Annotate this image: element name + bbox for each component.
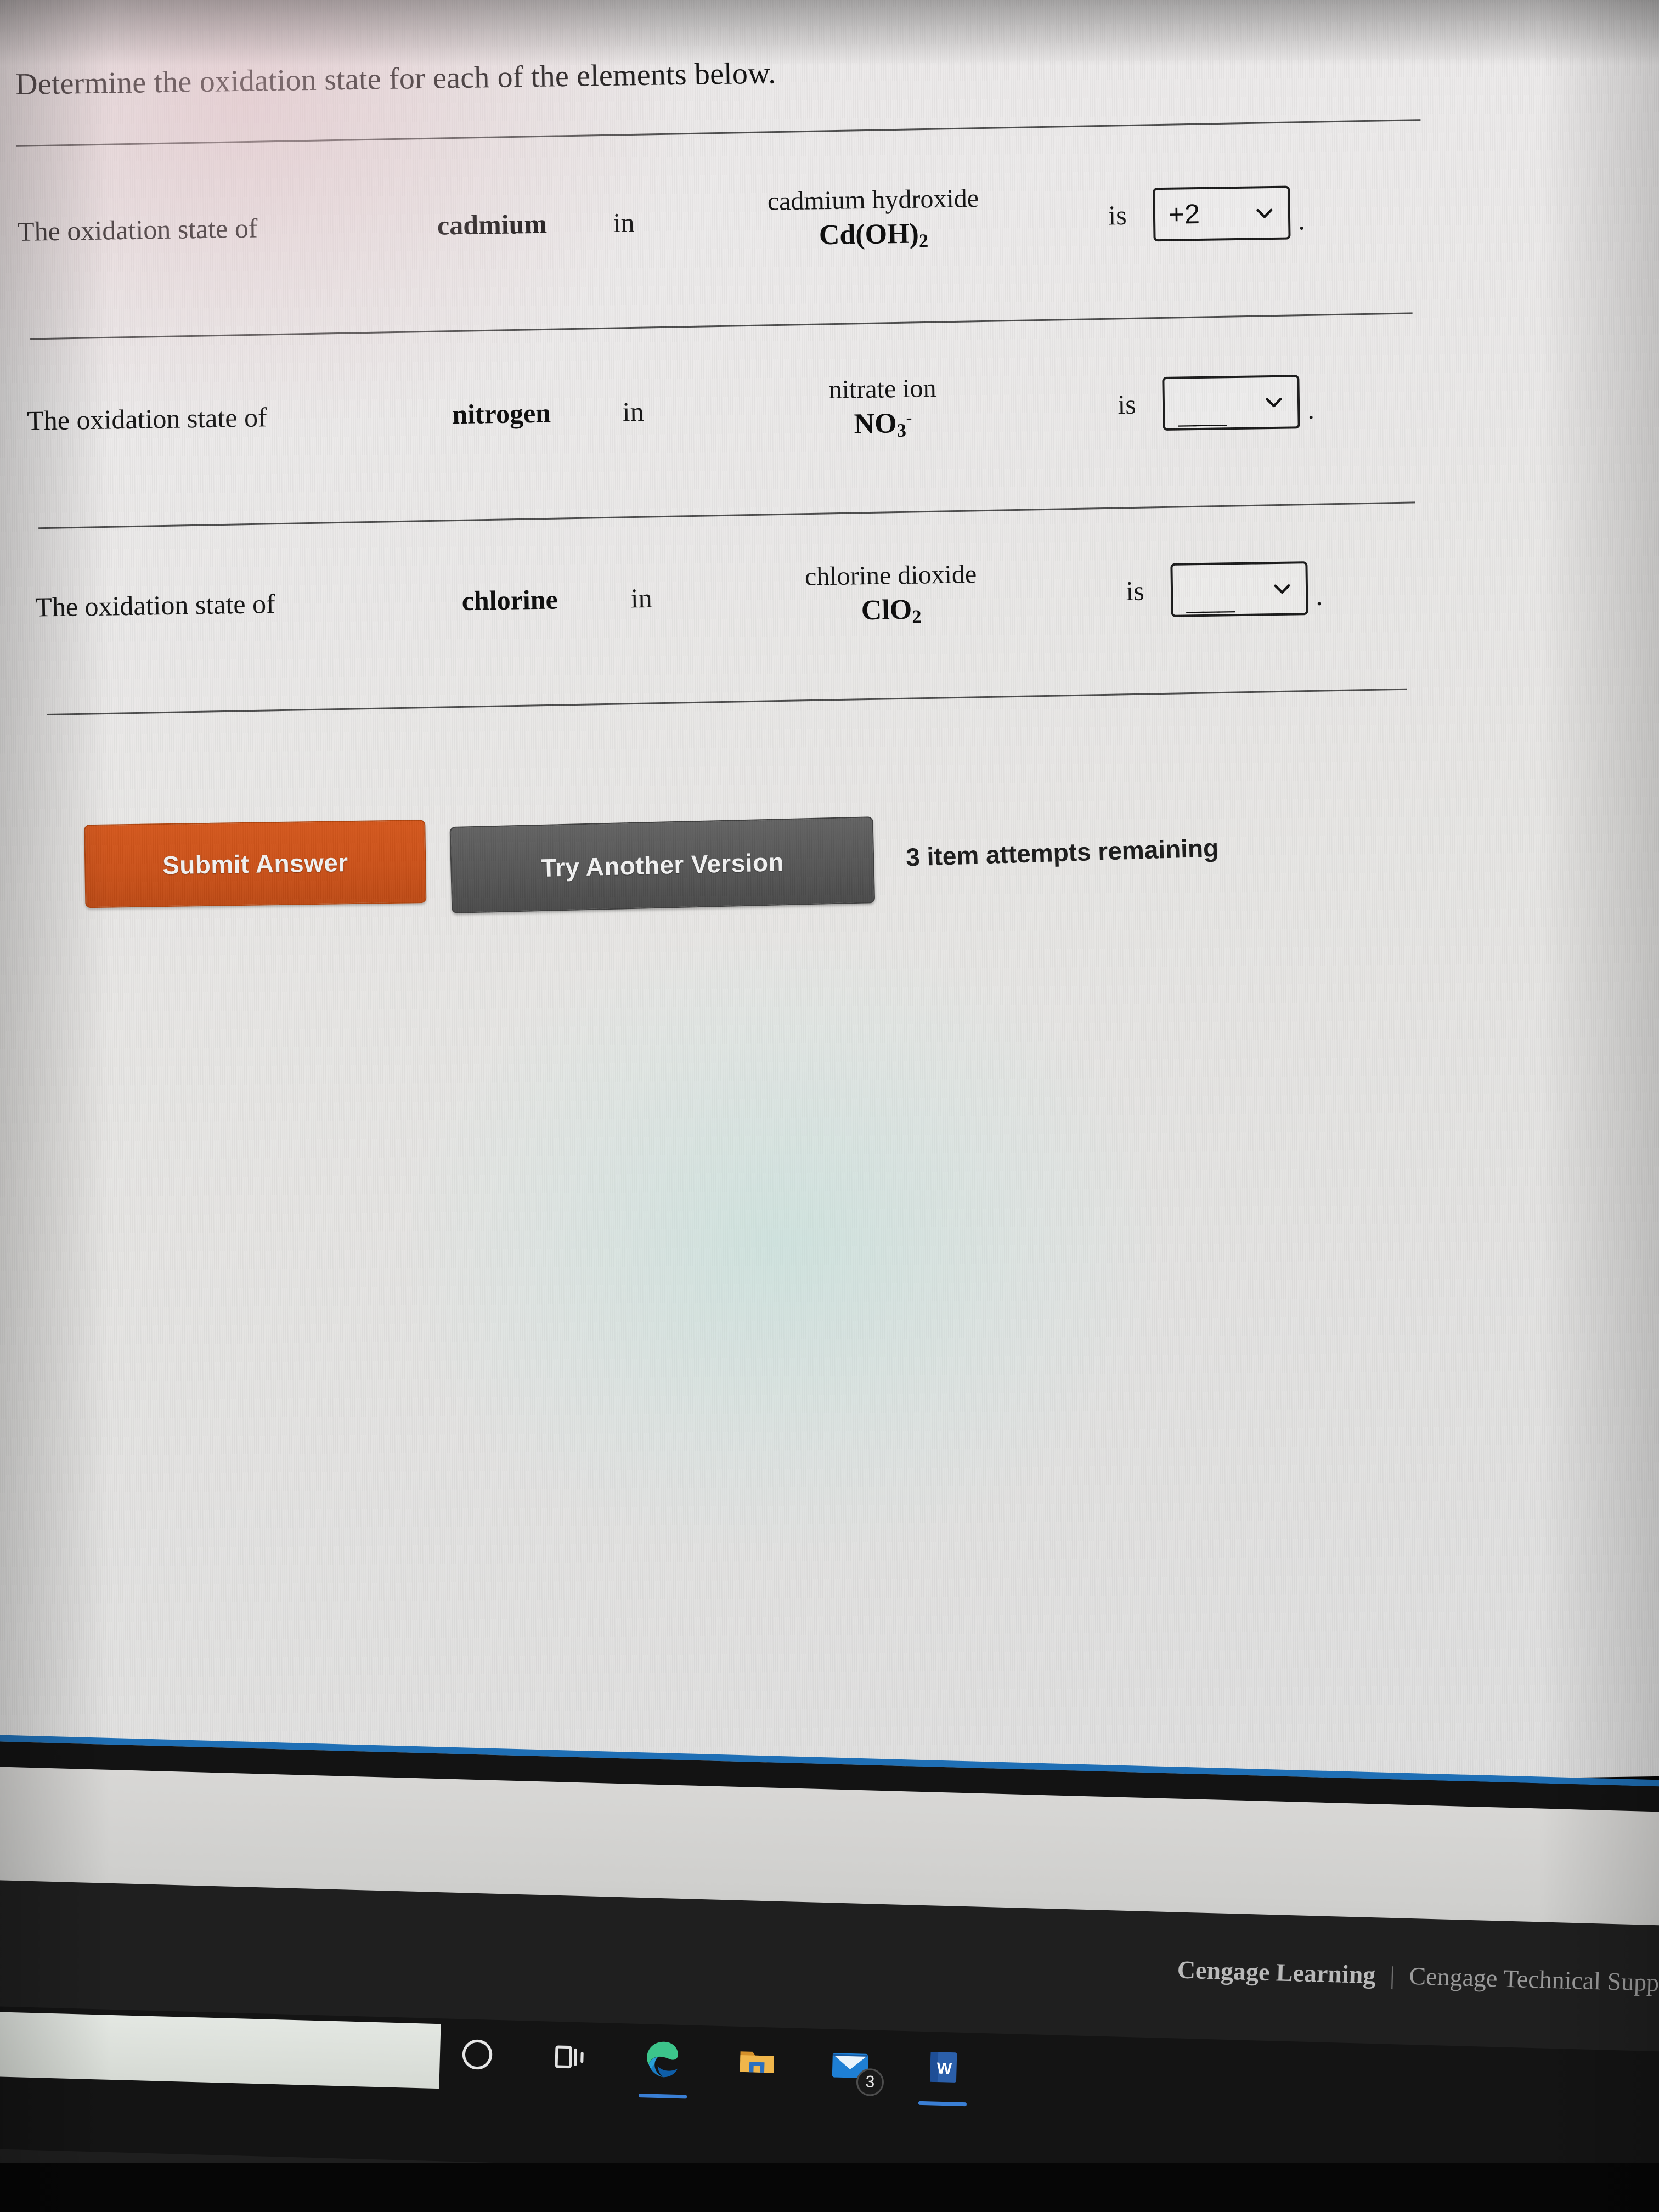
oxidation-state-select[interactable]: ___ <box>1162 375 1300 431</box>
compound-name: cadmium hydroxide <box>767 183 979 216</box>
selected-value: ___ <box>1177 393 1225 430</box>
sentence-period: . <box>1307 393 1315 425</box>
question-row: The oxidation state of nitrogen in nitra… <box>26 345 1465 476</box>
mail-icon[interactable]: 3 <box>823 2038 884 2097</box>
compound-formula: Cd(OH)2 <box>819 218 929 252</box>
compound-block: nitrate ion NO3- <box>674 371 1092 445</box>
answer-select-wrap: ___ . <box>1170 561 1323 617</box>
sentence-period: . <box>1297 205 1306 236</box>
chevron-down-icon <box>1266 398 1282 408</box>
element-name: nitrogen <box>452 397 551 430</box>
selected-value: ___ <box>1186 580 1233 617</box>
element-name: cadmium <box>437 208 548 241</box>
microsoft-edge-icon[interactable] <box>637 2033 691 2087</box>
file-explorer-icon[interactable] <box>730 2035 785 2090</box>
question-row: The oxidation state of cadmium in cadmiu… <box>17 155 1456 286</box>
cengage-support-link[interactable]: Cengage Technical Support <box>1409 1961 1659 1998</box>
answer-select-wrap: +2 . <box>1153 185 1306 242</box>
page-title: Determine the oxidation state for each o… <box>15 56 776 101</box>
divider-top <box>16 119 1421 147</box>
divider-1 <box>30 312 1413 340</box>
browser-page: Use the References to access important v… <box>0 0 1659 1801</box>
question-lead-text: The oxidation state of <box>35 588 276 623</box>
footer-links: Cengage Learning | Cengage Technical Sup… <box>1177 1955 1659 1998</box>
cortana-icon[interactable] <box>450 2028 505 2082</box>
verb-is: is <box>1117 388 1137 420</box>
compound-name: chlorine dioxide <box>804 559 977 591</box>
taskbar-icon-group: 3 W <box>450 2028 970 2097</box>
divider-2 <box>38 501 1415 529</box>
compound-block: chlorine dioxide ClO2 <box>682 557 1100 631</box>
submit-answer-button[interactable]: Submit Answer <box>84 820 427 909</box>
screen-glare-teal <box>407 939 1156 1554</box>
question-row: The oxidation state of chlorine in chlor… <box>35 531 1474 662</box>
try-another-version-button[interactable]: Try Another Version <box>449 816 876 914</box>
question-lead-text: The oxidation state of <box>17 212 258 247</box>
microsoft-word-icon[interactable]: W <box>916 2040 970 2095</box>
preposition-in: in <box>613 207 635 238</box>
compound-formula: ClO2 <box>861 594 922 628</box>
compound-name: nitrate ion <box>828 373 936 404</box>
cengage-learning-link[interactable]: Cengage Learning <box>1177 1955 1376 1990</box>
attempts-remaining-text: 3 item attempts remaining <box>905 833 1219 872</box>
taskbar-search-input[interactable]: ch <box>0 2011 441 2089</box>
task-view-icon[interactable] <box>544 2030 598 2084</box>
svg-text:W: W <box>936 2060 952 2078</box>
question-lead-text: The oxidation state of <box>26 402 268 436</box>
mail-unread-badge: 3 <box>856 2068 884 2097</box>
verb-is: is <box>1125 575 1145 607</box>
compound-block: cadmium hydroxide Cd(OH)2 <box>664 182 1082 256</box>
divider-bottom <box>47 688 1407 716</box>
action-bar: Submit Answer Try Another Version 3 item… <box>32 802 1350 920</box>
chevron-down-icon <box>1274 584 1290 594</box>
compound-formula: NO3- <box>854 408 912 442</box>
oxidation-state-select[interactable]: ___ <box>1170 561 1308 617</box>
selected-value: +2 <box>1168 198 1200 230</box>
footer-separator: | <box>1389 1961 1396 1990</box>
sentence-period: . <box>1315 580 1323 611</box>
chevron-down-icon <box>1256 208 1273 218</box>
preposition-in: in <box>630 582 653 614</box>
photo-of-monitor: Use the References to access important v… <box>0 0 1659 2212</box>
answer-select-wrap: ___ . <box>1162 375 1314 431</box>
verb-is: is <box>1108 199 1127 231</box>
photo-bezel-bottom <box>0 2163 1659 2212</box>
element-name: chlorine <box>461 584 558 617</box>
oxidation-state-select[interactable]: +2 <box>1153 185 1291 242</box>
preposition-in: in <box>622 396 644 427</box>
